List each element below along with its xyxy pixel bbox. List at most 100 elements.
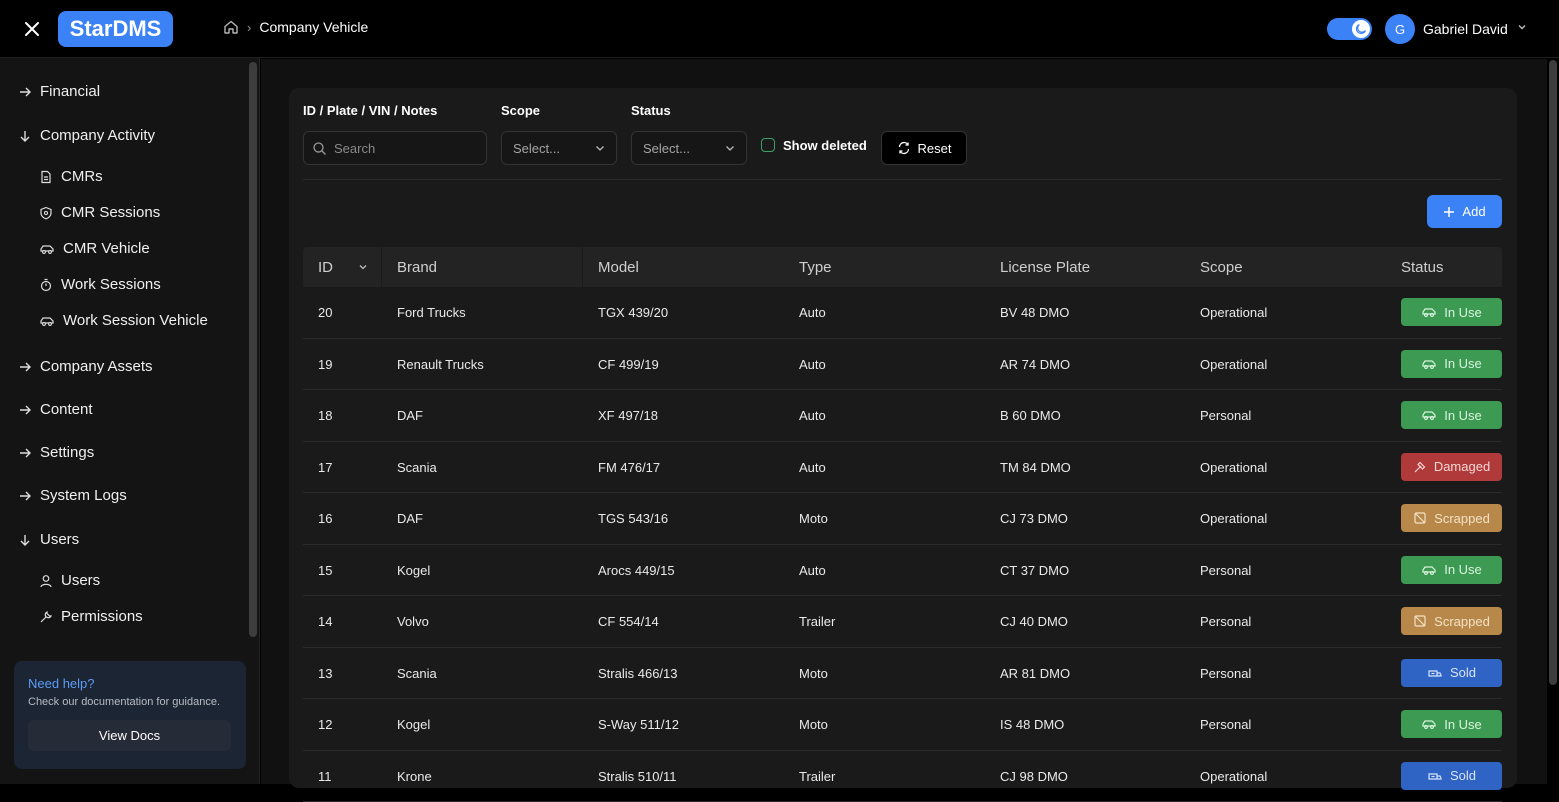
theme-toggle[interactable] [1327,18,1372,40]
table-row[interactable]: 19Renault TrucksCF 499/19AutoAR 74 DMOOp… [303,339,1502,391]
status-label: Damaged [1434,459,1490,474]
reset-button[interactable]: Reset [881,131,967,165]
close-icon[interactable] [20,17,44,41]
sidebar-item-company-assets[interactable]: Company Assets [18,358,153,375]
sidebar-item-work-sessions[interactable]: Work Sessions [39,276,161,293]
sidebar-scrollbar[interactable] [249,62,257,637]
column-scope[interactable]: Scope [1200,259,1243,276]
cell-model: FM 476/17 [598,460,660,475]
cell-id: 16 [318,511,332,526]
divider [303,179,1502,180]
cell-brand: Ford Trucks [397,305,466,320]
column-status[interactable]: Status [1401,259,1444,276]
sidebar-item-users-group[interactable]: Users [18,531,79,548]
home-icon[interactable] [223,19,239,35]
timer-icon [39,278,53,292]
sold-icon [1427,769,1443,783]
cell-scope: Operational [1200,305,1267,320]
cell-brand: DAF [397,511,423,526]
sort-chevron-icon[interactable] [358,262,368,272]
table-row[interactable]: 18DAFXF 497/18AutoB 60 DMOPersonalIn Use [303,390,1502,442]
view-docs-button[interactable]: View Docs [28,720,231,751]
app-logo[interactable]: StarDMS [58,11,173,47]
cell-scope: Personal [1200,408,1251,423]
sidebar-item-system-logs[interactable]: System Logs [18,487,127,504]
cell-brand: Krone [397,769,432,784]
column-type[interactable]: Type [799,259,832,276]
cell-type: Moto [799,717,828,732]
table-row[interactable]: 14VolvoCF 554/14TrailerCJ 40 DMOPersonal… [303,596,1502,648]
scope-label: Scope [501,103,540,118]
page-scrollbar[interactable] [1549,60,1557,685]
arrow-right-icon [18,403,32,417]
show-deleted-checkbox[interactable] [761,138,775,152]
user-icon [39,574,53,588]
status-label: Sold [1450,768,1476,783]
cell-type: Auto [799,563,826,578]
sidebar-item-financial[interactable]: Financial [18,83,100,100]
add-button[interactable]: Add [1427,195,1502,228]
cell-scope: Operational [1200,769,1267,784]
cell-scope: Operational [1200,511,1267,526]
sidebar-item-company-activity[interactable]: Company Activity [18,127,155,144]
refresh-icon [897,141,911,155]
column-model[interactable]: Model [598,259,639,276]
cell-license-plate: B 60 DMO [1000,408,1061,423]
column-separator [381,247,382,287]
cell-scope: Personal [1200,563,1251,578]
status-badge: Sold [1401,762,1502,790]
sidebar-item-label: Users [61,572,100,589]
chevron-right-icon: › [247,20,251,35]
user-menu[interactable]: G Gabriel David [1385,14,1528,44]
cell-scope: Operational [1200,357,1267,372]
status-label: In Use [1444,562,1482,577]
status-select[interactable]: Select... [631,131,747,165]
sidebar-item-label: Content [40,401,93,418]
car-icon [1421,305,1437,319]
show-deleted-label[interactable]: Show deleted [783,138,867,153]
sold-icon [1427,666,1443,680]
status-badge: Scrapped [1401,607,1502,635]
column-brand[interactable]: Brand [397,259,437,276]
sidebar-item-label: System Logs [40,487,127,504]
status-badge: Damaged [1401,453,1502,481]
table-row[interactable]: 13ScaniaStralis 466/13MotoAR 81 DMOPerso… [303,648,1502,700]
scrapped-icon [1413,511,1427,525]
sidebar-item-users[interactable]: Users [39,572,100,589]
sidebar-item-cmr-vehicle[interactable]: CMR Vehicle [39,240,150,257]
sidebar-item-label: Users [40,531,79,548]
sidebar-item-cmrs[interactable]: CMRs [39,168,103,185]
table-row[interactable]: 20Ford TrucksTGX 439/20AutoBV 48 DMOOper… [303,287,1502,339]
arrow-right-icon [18,446,32,460]
table-row[interactable]: 16DAFTGS 543/16MotoCJ 73 DMOOperationalS… [303,493,1502,545]
cell-id: 12 [318,717,332,732]
cell-license-plate: CJ 73 DMO [1000,511,1068,526]
scope-select[interactable]: Select... [501,131,617,165]
sidebar-item-permissions[interactable]: Permissions [39,608,143,625]
search-field[interactable] [303,131,487,165]
cell-type: Auto [799,305,826,320]
column-license-plate[interactable]: License Plate [1000,259,1090,276]
cell-license-plate: AR 81 DMO [1000,666,1070,681]
sidebar-item-cmr-sessions[interactable]: CMR Sessions [39,204,160,221]
cell-id: 13 [318,666,332,681]
car-icon [1421,563,1437,577]
sidebar-item-work-session-vehicle[interactable]: Work Session Vehicle [39,312,208,329]
status-badge: In Use [1401,710,1502,738]
cell-type: Trailer [799,614,835,629]
search-input[interactable] [334,141,474,156]
table-row[interactable]: 12KogelS-Way 511/12MotoIS 48 DMOPersonal… [303,699,1502,751]
table-row[interactable]: 15KogelArocs 449/15AutoCT 37 DMOPersonal… [303,545,1502,597]
sidebar-item-settings[interactable]: Settings [18,444,94,461]
cell-id: 20 [318,305,332,320]
column-id[interactable]: ID [318,259,333,276]
table-row[interactable]: 11KroneStralis 510/11TrailerCJ 98 DMOOpe… [303,751,1502,802]
sidebar-item-content[interactable]: Content [18,401,93,418]
reset-label: Reset [918,141,952,156]
table-row[interactable]: 17ScaniaFM 476/17AutoTM 84 DMOOperationa… [303,442,1502,494]
arrow-right-icon [18,85,32,99]
cell-brand: Volvo [397,614,429,629]
scope-select-value: Select... [513,141,560,156]
cell-model: TGS 543/16 [598,511,668,526]
search-label: ID / Plate / VIN / Notes [303,103,437,118]
